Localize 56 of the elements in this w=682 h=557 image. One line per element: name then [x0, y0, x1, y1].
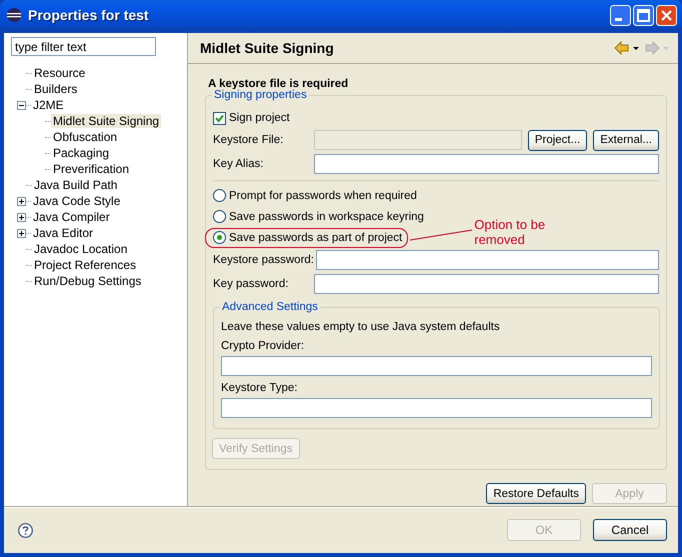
close-icon[interactable] — [656, 4, 677, 26]
radio-button[interactable] — [213, 189, 226, 202]
back-arrow-icon[interactable] — [614, 41, 640, 55]
keystore-type-field[interactable] — [221, 398, 652, 418]
key-alias-field[interactable] — [314, 154, 659, 174]
hint-text: Leave these values empty to use Java system defaults — [221, 320, 501, 335]
radio-label: Save passwords in workspace keyring — [229, 210, 424, 222]
collapse-icon[interactable] — [17, 100, 26, 110]
error-message: A keystore file is required — [207, 78, 350, 90]
field-label: Keystore File: — [213, 134, 284, 146]
field-label: Crypto Provider: — [221, 339, 306, 354]
crypto-provider-field[interactable] — [221, 356, 652, 376]
filter-field[interactable]: type filter text — [11, 37, 156, 56]
checkbox[interactable] — [213, 112, 226, 124]
minimize-icon[interactable] — [610, 4, 631, 26]
tree-item[interactable]: Builders — [32, 82, 80, 96]
radio-label: Save passwords as part of project — [229, 232, 402, 244]
radio-button[interactable] — [213, 210, 226, 223]
field-label: Key Alias: — [213, 158, 264, 170]
page-title: Midlet Suite Signing — [200, 40, 335, 56]
expand-icon[interactable] — [17, 228, 26, 238]
radio-option[interactable]: Prompt for passwords when required — [205, 186, 423, 206]
expand-icon[interactable] — [17, 212, 26, 222]
tree-item[interactable]: Midlet Suite Signing — [51, 114, 162, 128]
tree-item[interactable]: Java Compiler — [31, 210, 112, 224]
tree-item[interactable]: Packaging — [51, 146, 112, 160]
cancel-button[interactable]: Cancel — [593, 519, 667, 541]
radio-button[interactable] — [213, 231, 226, 244]
tree-item[interactable]: Java Code Style — [31, 194, 122, 208]
radio-label: Prompt for passwords when required — [229, 190, 417, 202]
radio-option[interactable]: Save passwords in workspace keyring — [205, 206, 430, 226]
field-label: Keystore Type: — [221, 381, 298, 396]
annotation-note: Option to be removed — [474, 217, 546, 247]
tree-item[interactable]: Obfuscation — [51, 130, 120, 144]
tree-item[interactable]: Run/Debug Settings — [32, 274, 144, 288]
tree-item[interactable]: Preverification — [51, 162, 132, 176]
window-title: Properties for test — [28, 7, 150, 23]
tree-item[interactable]: J2ME — [31, 98, 66, 112]
tree-item[interactable]: Java Editor — [31, 226, 96, 240]
app-icon — [6, 7, 22, 23]
maximize-icon[interactable] — [633, 4, 654, 26]
tree-item[interactable]: Java Build Path — [32, 178, 120, 192]
tree-item[interactable]: Project References — [32, 258, 138, 272]
leader-line — [408, 227, 474, 241]
keystore-password-field[interactable] — [316, 250, 659, 270]
key-password-field[interactable] — [314, 274, 659, 294]
group-title: Advanced Settings — [220, 301, 320, 314]
tree-item[interactable]: Javadoc Location — [32, 242, 130, 256]
checkbox-label: Sign project — [229, 112, 290, 124]
help-icon[interactable] — [18, 522, 33, 538]
group-title: Signing properties — [212, 89, 309, 102]
tree-item[interactable]: Resource — [32, 66, 88, 80]
field-label: Key password: — [213, 278, 290, 290]
field-label: Keystore password: — [213, 254, 315, 266]
expand-icon[interactable] — [17, 196, 26, 206]
restore-defaults-button[interactable]: Restore Defaults — [486, 483, 586, 504]
